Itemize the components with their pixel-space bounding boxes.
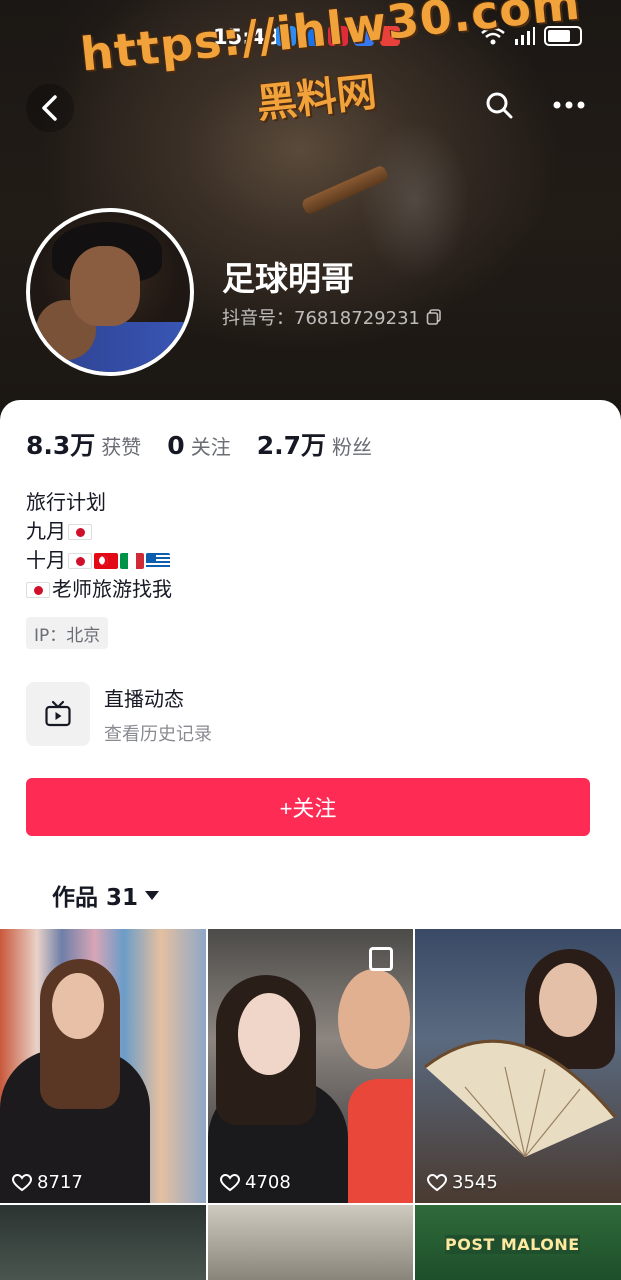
- bio-line-1-text: 旅行计划: [26, 490, 106, 514]
- stat-likes-label: 获赞: [101, 435, 142, 459]
- video-tile[interactable]: POST MALONE: [415, 1205, 621, 1280]
- more-button[interactable]: [546, 82, 592, 128]
- video-tile[interactable]: 4708: [208, 929, 413, 1203]
- video-person-face: [52, 973, 104, 1039]
- bio-line-4-text: 老师旅游找我: [52, 577, 172, 601]
- video-tile[interactable]: 3545: [415, 929, 621, 1203]
- live-subtitle: 查看历史记录: [104, 723, 212, 745]
- banner-smoke: [360, 120, 470, 280]
- video-likes: 4708: [220, 1172, 291, 1193]
- video-grid: 8717 4708 3545 POST MALONE: [0, 929, 621, 1280]
- copy-icon[interactable]: [426, 309, 442, 325]
- watermark: https://ihlw30.com 黑料网: [78, 0, 583, 157]
- follow-button[interactable]: +关注: [26, 778, 590, 836]
- avatar[interactable]: [26, 208, 194, 376]
- turkey-flag-icon: [94, 552, 118, 569]
- heart-icon: [12, 1173, 32, 1191]
- video-tile[interactable]: [0, 1205, 206, 1280]
- avatar-face: [70, 246, 140, 326]
- heart-icon: [427, 1173, 447, 1191]
- live-title: 直播动态: [104, 686, 184, 711]
- profile-nickname: 足球明哥: [222, 259, 354, 298]
- ip-location-tag: IP：北京: [26, 617, 109, 649]
- back-button[interactable]: [26, 84, 74, 132]
- japan-flag-icon: [68, 552, 92, 569]
- bio-line-2: 九月: [26, 517, 172, 546]
- caret-down-icon: [145, 891, 160, 900]
- profile-stats: 8.3万 获赞 0 关注 2.7万 粉丝: [26, 426, 398, 462]
- japan-flag-icon: [68, 523, 92, 540]
- tab-works[interactable]: 作品 31: [52, 878, 160, 912]
- video-likes: 8717: [12, 1172, 83, 1193]
- video-likes-count: 4708: [245, 1172, 291, 1193]
- greece-flag-icon: [146, 552, 170, 569]
- video-person: [348, 1079, 413, 1203]
- video-likes-count: 3545: [452, 1172, 498, 1193]
- stat-likes[interactable]: 8.3万 获赞: [26, 426, 141, 462]
- watermark-text: 黑料网: [254, 69, 379, 128]
- bio-line-2-text: 九月: [26, 519, 66, 543]
- stat-following-label: 关注: [190, 435, 231, 459]
- video-person-face: [238, 993, 300, 1075]
- live-text: 直播动态 查看历史记录: [104, 683, 212, 746]
- tab-works-label: 作品 31: [52, 885, 139, 911]
- stat-following-value: 0: [167, 431, 185, 460]
- stat-followers-label: 粉丝: [332, 435, 372, 459]
- bio-line-1: 旅行计划: [26, 488, 172, 517]
- live-history-entry[interactable]: 直播动态 查看历史记录: [26, 682, 212, 746]
- profile-bio: 旅行计划 九月 十月 老师旅游找我: [26, 488, 172, 604]
- stat-followers-value: 2.7万: [256, 431, 326, 460]
- douyin-id-row[interactable]: 抖音号：76818729231: [222, 304, 442, 330]
- italy-flag-icon: [120, 552, 144, 569]
- stat-followers[interactable]: 2.7万 粉丝: [257, 426, 372, 462]
- video-likes: 3545: [427, 1172, 498, 1193]
- tv-icon: [45, 700, 71, 727]
- search-icon: [486, 92, 513, 119]
- search-button[interactable]: [476, 82, 522, 128]
- folding-fan: [424, 1039, 617, 1157]
- japan-flag-icon: [26, 581, 50, 598]
- bio-line-3: 十月: [26, 546, 172, 575]
- bio-line-3-text: 十月: [26, 548, 66, 572]
- video-person-face: [338, 969, 410, 1069]
- back-arrow-icon: [42, 95, 57, 121]
- video-likes-count: 8717: [37, 1172, 83, 1193]
- live-icon-box: [26, 682, 90, 746]
- stat-following[interactable]: 0 关注: [167, 431, 230, 460]
- more-icon: [553, 101, 585, 109]
- heart-icon: [220, 1173, 240, 1191]
- bio-line-4: 老师旅游找我: [26, 575, 172, 604]
- multi-image-icon: [369, 947, 393, 971]
- video-tile[interactable]: 8717: [0, 929, 206, 1203]
- douyin-id: 抖音号：76818729231: [222, 308, 420, 329]
- video-tile[interactable]: [208, 1205, 413, 1280]
- stat-likes-value: 8.3万: [26, 431, 96, 460]
- video-overlay-text: POST MALONE: [445, 1235, 580, 1254]
- profile-banner: 15:48 https://ihlw30.com 黑料网 足球明哥 抖音号：76…: [0, 0, 621, 430]
